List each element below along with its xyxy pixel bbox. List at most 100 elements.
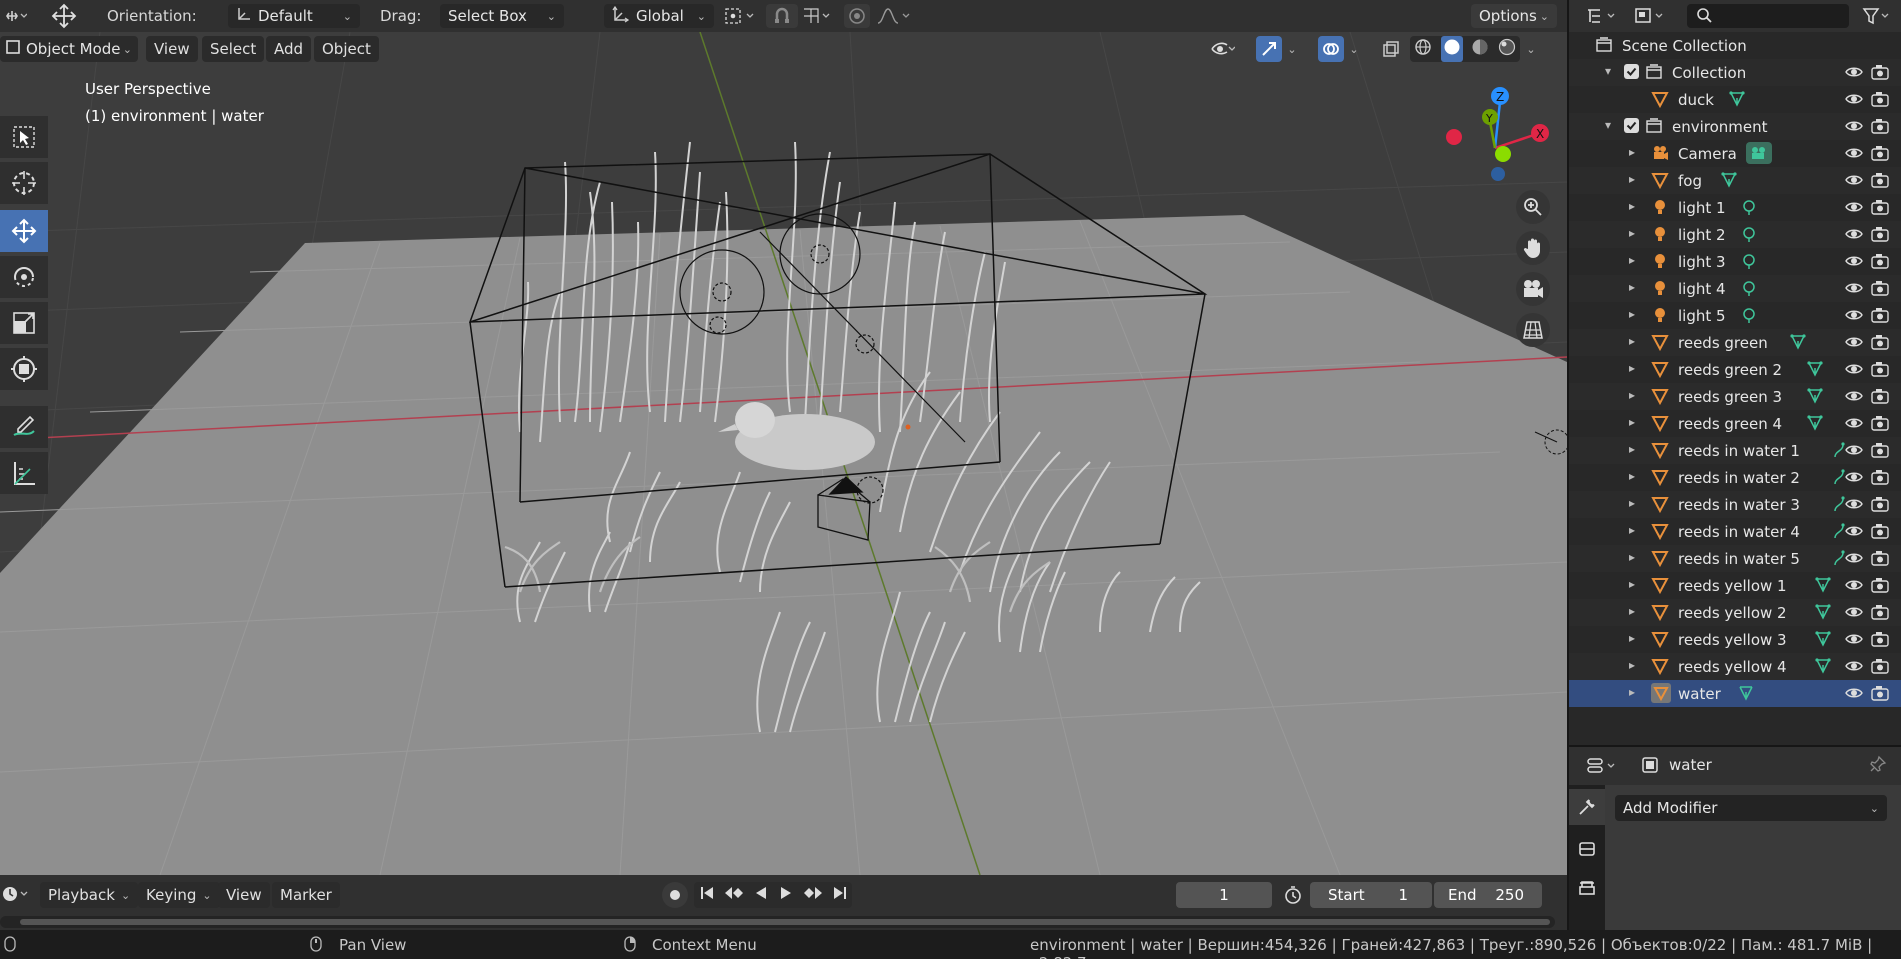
rendered-shading-icon[interactable] [1498, 38, 1516, 60]
render-camera-icon[interactable] [1871, 145, 1889, 161]
end-frame-field[interactable]: End 250 [1434, 882, 1542, 908]
eye-icon[interactable] [1845, 496, 1863, 512]
render-camera-icon[interactable] [1871, 172, 1889, 188]
render-camera-icon[interactable] [1871, 334, 1889, 350]
mesh-data-icon[interactable] [1728, 90, 1746, 112]
playback-menu[interactable]: Playback ⌄ [40, 882, 139, 908]
outliner-editor-type-icon[interactable] [1583, 4, 1623, 28]
mesh-data-icon[interactable] [1806, 414, 1824, 436]
eye-icon[interactable] [1845, 253, 1863, 269]
light-data-icon[interactable] [1740, 225, 1758, 247]
collapse-arrow-icon[interactable]: ▾ [1605, 64, 1611, 78]
mesh-data-icon[interactable] [1814, 576, 1832, 598]
render-camera-icon[interactable] [1871, 64, 1889, 80]
timeline-scrollbar-thumb[interactable] [20, 919, 1550, 925]
options-dropdown[interactable]: Options ⌄ [1471, 4, 1557, 28]
render-camera-icon[interactable] [1871, 118, 1889, 134]
render-camera-icon[interactable] [1871, 415, 1889, 431]
editor-type-icon[interactable] [0, 4, 32, 28]
render-camera-icon[interactable] [1871, 361, 1889, 377]
solid-shading-icon[interactable] [1440, 36, 1463, 62]
mesh-data-icon[interactable] [1720, 171, 1738, 193]
falloff-curve-icon[interactable] [874, 4, 916, 28]
outliner-row[interactable]: ▸ reeds yellow 1 [1569, 572, 1901, 599]
render-camera-icon[interactable] [1871, 388, 1889, 404]
object-mode-dropdown[interactable]: Object Mode ⌄ [0, 36, 138, 62]
expand-arrow-icon[interactable]: ▸ [1629, 388, 1635, 402]
outliner-row[interactable]: ▸ Camera [1569, 140, 1901, 167]
particles-tab-icon[interactable] [1569, 831, 1605, 867]
viewport-scene[interactable]: X Z Y [0, 32, 1567, 875]
mesh-data-icon[interactable] [1789, 333, 1807, 355]
orientation-dropdown[interactable]: Default ⌄ [228, 4, 360, 28]
eye-icon[interactable] [1845, 172, 1863, 188]
eye-icon[interactable] [1845, 145, 1863, 161]
overlays-toggle-icon[interactable] [1318, 36, 1344, 62]
mesh-data-icon[interactable] [1737, 684, 1755, 706]
render-camera-icon[interactable] [1871, 226, 1889, 242]
eye-icon[interactable] [1845, 685, 1863, 701]
light-data-icon[interactable] [1740, 198, 1758, 220]
eye-icon[interactable] [1845, 388, 1863, 404]
expand-arrow-icon[interactable]: ▸ [1629, 577, 1635, 591]
render-camera-icon[interactable] [1871, 280, 1889, 296]
expand-arrow-icon[interactable]: ▸ [1629, 415, 1635, 429]
transform-pivot-icon[interactable] [44, 3, 84, 29]
render-camera-icon[interactable] [1871, 91, 1889, 107]
pivot-point-icon[interactable] [720, 4, 762, 28]
jump-start-icon[interactable] [699, 885, 715, 905]
render-camera-icon[interactable] [1871, 307, 1889, 323]
expand-arrow-icon[interactable]: ▸ [1629, 496, 1635, 510]
current-frame-field[interactable]: 1 [1176, 882, 1272, 908]
menu-select[interactable]: Select [202, 36, 265, 62]
eye-icon[interactable] [1845, 577, 1863, 593]
render-camera-icon[interactable] [1871, 550, 1889, 566]
outliner-row[interactable]: ▸ reeds yellow 3 [1569, 626, 1901, 653]
outliner-row[interactable]: ▾ Collection [1569, 59, 1901, 86]
eye-icon[interactable] [1845, 226, 1863, 242]
render-camera-icon[interactable] [1871, 631, 1889, 647]
visibility-eye-icon[interactable] [1208, 36, 1238, 62]
modifier-tab-wrench-icon[interactable] [1569, 789, 1605, 825]
chevron-down-icon[interactable]: ⌄ [1346, 36, 1362, 62]
filter-icon[interactable] [1859, 4, 1895, 28]
perspective-grid-icon[interactable] [1516, 313, 1550, 347]
expand-arrow-icon[interactable]: ▸ [1629, 253, 1635, 267]
physics-tab-icon[interactable] [1569, 869, 1605, 905]
timeline-view-menu[interactable]: View [218, 882, 270, 908]
eye-icon[interactable] [1845, 118, 1863, 134]
outliner-row[interactable]: ▸ light 4 [1569, 275, 1901, 302]
add-modifier-dropdown[interactable]: Add Modifier ⌄ [1615, 795, 1887, 821]
render-camera-icon[interactable] [1871, 199, 1889, 215]
curve-data-icon[interactable] [1832, 522, 1846, 544]
play-icon[interactable] [778, 885, 794, 905]
expand-arrow-icon[interactable]: ▸ [1629, 523, 1635, 537]
render-camera-icon[interactable] [1871, 253, 1889, 269]
light-data-icon[interactable] [1740, 279, 1758, 301]
expand-arrow-icon[interactable]: ▸ [1629, 604, 1635, 618]
eye-icon[interactable] [1845, 442, 1863, 458]
outliner-row[interactable]: ▸ light 2 [1569, 221, 1901, 248]
outliner-row[interactable]: ▸ light 1 [1569, 194, 1901, 221]
expand-arrow-icon[interactable]: ▸ [1629, 442, 1635, 456]
eye-icon[interactable] [1845, 64, 1863, 80]
mesh-data-icon[interactable] [1806, 360, 1824, 382]
collection-checkbox[interactable] [1624, 118, 1639, 133]
light-data-icon[interactable] [1740, 252, 1758, 274]
keying-menu[interactable]: Keying ⌄ [138, 882, 220, 908]
mesh-data-icon[interactable] [1814, 603, 1832, 625]
record-icon[interactable] [662, 882, 688, 908]
proportional-edit-icon[interactable] [844, 4, 870, 28]
outliner-row[interactable]: ▸ reeds yellow 4 [1569, 653, 1901, 680]
eye-icon[interactable] [1845, 91, 1863, 107]
timeline-editor-type-icon[interactable] [0, 882, 32, 906]
expand-arrow-icon[interactable]: ▸ [1629, 280, 1635, 294]
cursor-tool-icon[interactable] [0, 162, 48, 204]
select-tool-icon[interactable] [0, 116, 48, 158]
collapse-arrow-icon[interactable]: ▾ [1605, 118, 1611, 132]
eye-icon[interactable] [1845, 361, 1863, 377]
chevron-down-icon[interactable]: ⌄ [1522, 36, 1540, 62]
expand-arrow-icon[interactable]: ▸ [1629, 550, 1635, 564]
render-camera-icon[interactable] [1871, 442, 1889, 458]
eye-icon[interactable] [1845, 280, 1863, 296]
